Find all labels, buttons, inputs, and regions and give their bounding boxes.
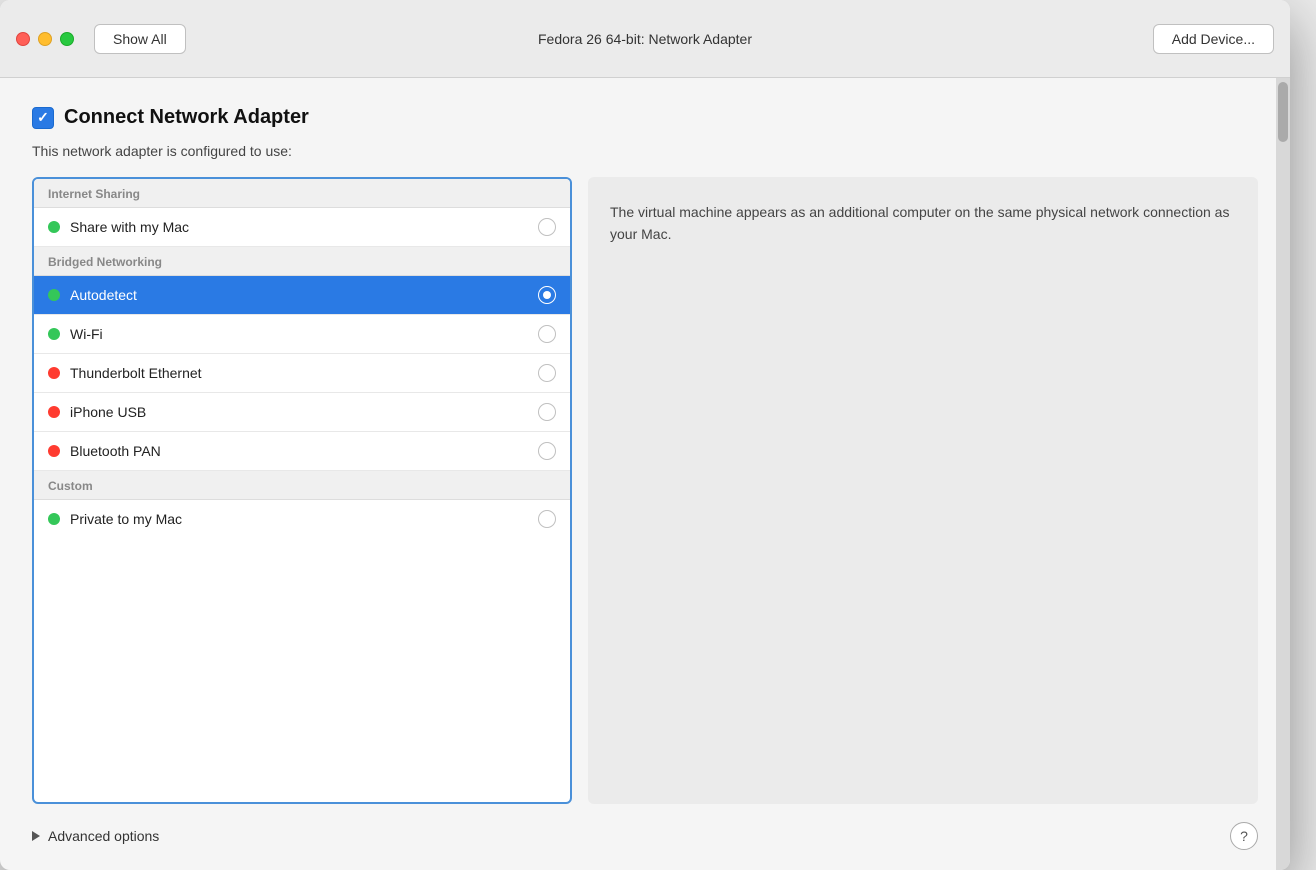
section-header-bridged: Bridged Networking [34, 247, 570, 276]
help-button[interactable]: ? [1230, 822, 1258, 850]
item-label-wifi: Wi-Fi [70, 326, 528, 342]
network-item-wifi[interactable]: Wi-Fi [34, 315, 570, 354]
network-list-panel: Internet Sharing Share with my Mac Bridg… [32, 177, 572, 804]
adapter-title: Connect Network Adapter [64, 106, 309, 129]
minimize-button[interactable] [38, 32, 52, 46]
show-all-button[interactable]: Show All [94, 24, 186, 54]
scrollbar-track [1276, 78, 1290, 870]
radio-wifi[interactable] [538, 325, 556, 343]
network-item-bluetooth[interactable]: Bluetooth PAN [34, 432, 570, 471]
content-area: ✓ Connect Network Adapter This network a… [0, 78, 1290, 870]
status-dot-autodetect [48, 289, 60, 301]
radio-inner-bluetooth [543, 447, 551, 455]
item-label-iphone-usb: iPhone USB [70, 404, 528, 420]
checkbox-check-icon: ✓ [37, 109, 49, 126]
network-item-iphone-usb[interactable]: iPhone USB [34, 393, 570, 432]
add-device-button[interactable]: Add Device... [1153, 24, 1274, 54]
adapter-subtitle: This network adapter is configured to us… [32, 143, 1258, 159]
radio-iphone[interactable] [538, 403, 556, 421]
titlebar: Show All Fedora 26 64-bit: Network Adapt… [0, 0, 1290, 78]
connect-checkbox[interactable]: ✓ [32, 107, 54, 129]
status-dot-green [48, 221, 60, 233]
status-dot-thunderbolt [48, 367, 60, 379]
radio-private-mac[interactable] [538, 510, 556, 528]
dialog-window: Show All Fedora 26 64-bit: Network Adapt… [0, 0, 1290, 870]
status-dot-bluetooth [48, 445, 60, 457]
radio-inner-private [543, 515, 551, 523]
bottom-row: Advanced options ? [32, 822, 1258, 850]
section-header-custom: Custom [34, 471, 570, 500]
status-dot-private [48, 513, 60, 525]
advanced-options-toggle[interactable]: Advanced options [32, 828, 159, 844]
radio-share-mac[interactable] [538, 218, 556, 236]
description-text: The virtual machine appears as an additi… [610, 204, 1229, 242]
description-panel: The virtual machine appears as an additi… [588, 177, 1258, 804]
radio-autodetect[interactable] [538, 286, 556, 304]
advanced-options-label: Advanced options [48, 828, 159, 844]
radio-bluetooth[interactable] [538, 442, 556, 460]
status-dot-iphone [48, 406, 60, 418]
radio-inner-iphone [543, 408, 551, 416]
item-label-thunderbolt: Thunderbolt Ethernet [70, 365, 528, 381]
panels-row: Internet Sharing Share with my Mac Bridg… [32, 177, 1258, 804]
network-item-thunderbolt[interactable]: Thunderbolt Ethernet [34, 354, 570, 393]
maximize-button[interactable] [60, 32, 74, 46]
radio-inner [543, 223, 551, 231]
network-item-share-mac[interactable]: Share with my Mac [34, 208, 570, 247]
item-label-autodetect: Autodetect [70, 287, 528, 303]
status-dot-wifi [48, 328, 60, 340]
question-mark-icon: ? [1240, 828, 1248, 844]
titlebar-title: Fedora 26 64-bit: Network Adapter [538, 31, 752, 47]
traffic-lights [16, 32, 74, 46]
item-label-bluetooth: Bluetooth PAN [70, 443, 528, 459]
scrollbar-thumb[interactable] [1278, 82, 1288, 142]
item-label-private-mac: Private to my Mac [70, 511, 528, 527]
adapter-header: ✓ Connect Network Adapter [32, 106, 1258, 129]
triangle-icon [32, 831, 40, 841]
item-label-share-mac: Share with my Mac [70, 219, 528, 235]
radio-inner-thunderbolt [543, 369, 551, 377]
radio-thunderbolt[interactable] [538, 364, 556, 382]
network-item-autodetect[interactable]: Autodetect [34, 276, 570, 315]
radio-inner-selected [543, 291, 551, 299]
network-item-private-mac[interactable]: Private to my Mac [34, 500, 570, 538]
close-button[interactable] [16, 32, 30, 46]
radio-inner-wifi [543, 330, 551, 338]
section-header-internet-sharing: Internet Sharing [34, 179, 570, 208]
